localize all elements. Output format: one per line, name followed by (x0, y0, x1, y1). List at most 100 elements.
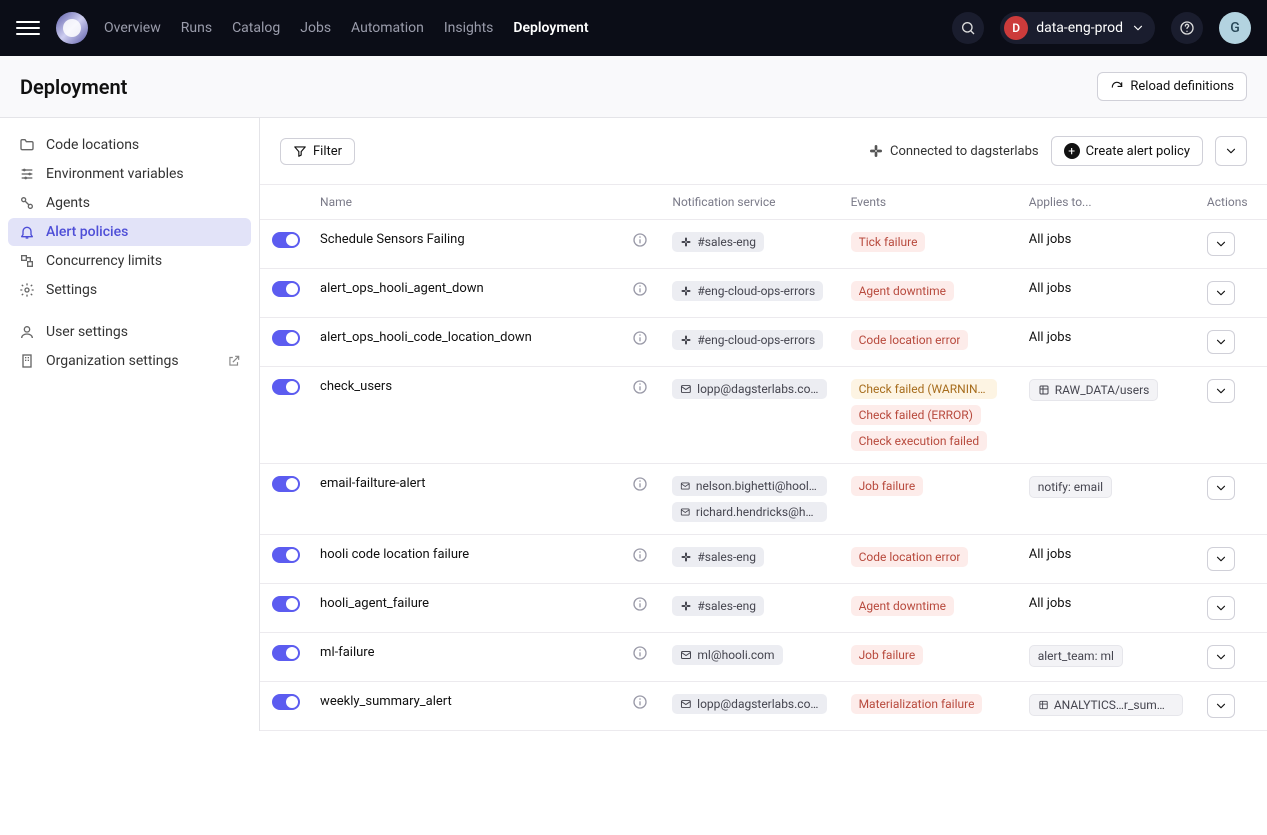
sidebar-item-environment-variables[interactable]: Environment variables (8, 160, 251, 188)
chip-label: alert_team: ml (1038, 649, 1114, 663)
info-icon[interactable] (632, 379, 648, 395)
sidebar-item-organization-settings[interactable]: Organization settings (8, 347, 251, 375)
info-icon[interactable] (632, 281, 648, 297)
enabled-toggle[interactable] (272, 379, 300, 395)
notification-chip: richard.hendricks@hooli.… (672, 502, 826, 522)
tag-chip: notify: email (1029, 476, 1112, 498)
sidebar-item-user-settings[interactable]: User settings (8, 318, 251, 346)
notification-chip: #sales-eng (672, 232, 764, 252)
row-actions-button[interactable] (1207, 547, 1235, 571)
help-button[interactable] (1171, 12, 1203, 44)
reload-icon (1110, 80, 1124, 94)
folder-icon (18, 137, 36, 153)
info-icon[interactable] (632, 330, 648, 346)
enabled-toggle[interactable] (272, 476, 300, 492)
nav-link-catalog[interactable]: Catalog (232, 20, 280, 36)
chip-label: RAW_DATA/users (1055, 383, 1150, 397)
sidebar-item-agents[interactable]: Agents (8, 189, 251, 217)
enabled-toggle[interactable] (272, 645, 300, 661)
applies-to-text: All jobs (1029, 232, 1072, 247)
sidebar-item-concurrency-limits[interactable]: Concurrency limits (8, 247, 251, 275)
toolbar-more-button[interactable] (1215, 136, 1247, 166)
sliders-icon (18, 166, 36, 182)
notification-chip: #sales-eng (672, 547, 764, 567)
notification-chip: #sales-eng (672, 596, 764, 616)
chip-label: Job failure (859, 479, 916, 493)
create-label: Create alert policy (1086, 144, 1190, 159)
notification-chip: ml@hooli.com (672, 645, 782, 665)
sidebar-item-code-locations[interactable]: Code locations (8, 131, 251, 159)
info-icon[interactable] (632, 232, 648, 248)
sidebar-item-label: Alert policies (46, 224, 128, 240)
chip-label: #sales-eng (697, 599, 756, 613)
enabled-toggle[interactable] (272, 547, 300, 563)
nav-link-jobs[interactable]: Jobs (300, 20, 331, 36)
applies-to-text: All jobs (1029, 330, 1072, 345)
info-icon[interactable] (632, 476, 648, 492)
applies-to-text: All jobs (1029, 281, 1072, 296)
slack-icon (868, 143, 884, 159)
applies-to-text: All jobs (1029, 547, 1072, 562)
chip-label: richard.hendricks@hooli.… (696, 505, 819, 519)
enabled-toggle[interactable] (272, 596, 300, 612)
policy-name: alert_ops_hooli_code_location_down (320, 330, 532, 345)
filter-button[interactable]: Filter (280, 138, 355, 165)
hamburger-menu-button[interactable] (16, 16, 40, 40)
table-row: hooli code location failure#sales-engCod… (260, 535, 1267, 584)
row-actions-button[interactable] (1207, 694, 1235, 718)
email-icon (680, 698, 692, 710)
info-icon[interactable] (632, 596, 648, 612)
policy-name: hooli code location failure (320, 547, 469, 562)
nav-link-deployment[interactable]: Deployment (513, 20, 588, 36)
main-content: Filter Connected to dagsterlabs + Create… (260, 118, 1267, 731)
event-chip: Check execution failed (851, 431, 988, 451)
org-badge: D (1004, 16, 1028, 40)
event-chip: Check failed (ERROR) (851, 405, 981, 425)
chip-label: Agent downtime (859, 284, 946, 298)
policy-name: Schedule Sensors Failing (320, 232, 465, 247)
app-logo[interactable] (56, 12, 88, 44)
bell-icon (18, 224, 36, 240)
row-actions-button[interactable] (1207, 330, 1235, 354)
policy-name: hooli_agent_failure (320, 596, 429, 611)
slack-icon (680, 236, 692, 248)
nav-link-automation[interactable]: Automation (351, 20, 424, 36)
chip-label: Check execution failed (859, 434, 980, 448)
nav-link-insights[interactable]: Insights (444, 20, 494, 36)
enabled-toggle[interactable] (272, 330, 300, 346)
sidebar-item-settings[interactable]: Settings (8, 276, 251, 304)
create-alert-policy-button[interactable]: + Create alert policy (1051, 136, 1203, 166)
user-avatar-button[interactable]: G (1219, 12, 1251, 44)
sidebar-item-label: Settings (46, 282, 97, 298)
row-actions-button[interactable] (1207, 281, 1235, 305)
chevron-down-icon (1214, 384, 1228, 398)
nav-link-runs[interactable]: Runs (181, 20, 212, 36)
notification-chip: nelson.bighetti@hooli.co… (672, 476, 826, 496)
sidebar-item-label: Concurrency limits (46, 253, 162, 269)
filter-icon (293, 144, 307, 158)
row-actions-button[interactable] (1207, 476, 1235, 500)
external-link-icon (227, 354, 241, 368)
enabled-toggle[interactable] (272, 232, 300, 248)
info-icon[interactable] (632, 547, 648, 563)
info-icon[interactable] (632, 694, 648, 710)
search-button[interactable] (952, 12, 984, 44)
reload-label: Reload definitions (1130, 79, 1234, 94)
row-actions-button[interactable] (1207, 232, 1235, 256)
filter-label: Filter (313, 144, 342, 159)
nav-link-overview[interactable]: Overview (104, 20, 161, 36)
enabled-toggle[interactable] (272, 281, 300, 297)
info-icon[interactable] (632, 645, 648, 661)
plus-icon: + (1064, 143, 1080, 159)
asset-chip: RAW_DATA/users (1029, 379, 1159, 401)
reload-definitions-button[interactable]: Reload definitions (1097, 72, 1247, 101)
chip-label: Job failure (859, 648, 916, 662)
row-actions-button[interactable] (1207, 379, 1235, 403)
chip-label: Code location error (859, 333, 961, 347)
row-actions-button[interactable] (1207, 645, 1235, 669)
row-actions-button[interactable] (1207, 596, 1235, 620)
org-switcher[interactable]: D data-eng-prod (1000, 12, 1155, 44)
sidebar-item-alert-policies[interactable]: Alert policies (8, 218, 251, 246)
enabled-toggle[interactable] (272, 694, 300, 710)
table-icon (1038, 384, 1050, 396)
